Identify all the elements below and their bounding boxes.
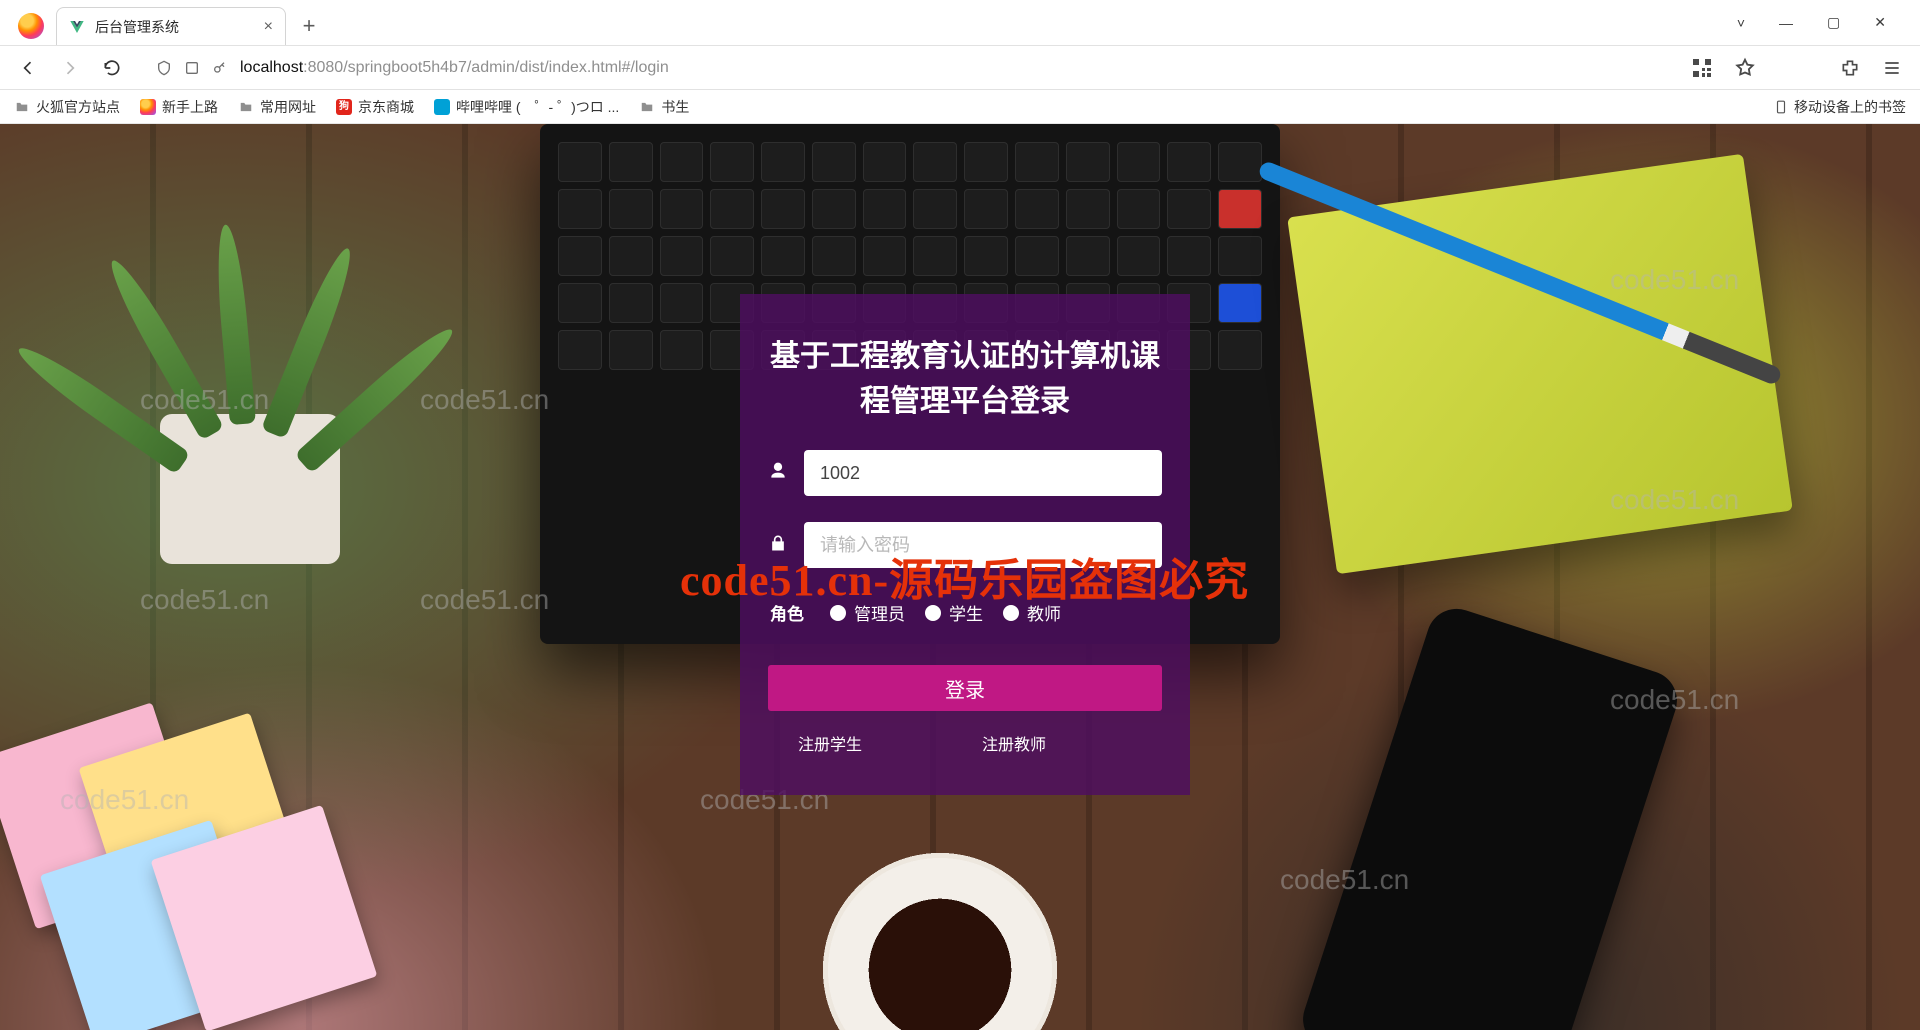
bookmark-star-icon[interactable] <box>1734 57 1756 79</box>
bookmark-label: 移动设备上的书签 <box>1794 97 1906 117</box>
forward-button[interactable] <box>60 58 80 78</box>
bookmark-bilibili[interactable]: 哔哩哔哩 ( ゜- ゜)つロ ... <box>434 97 619 117</box>
tab-close-button[interactable]: × <box>264 18 273 36</box>
username-field <box>768 450 1162 496</box>
permission-key-icon <box>212 60 228 76</box>
bg-plant <box>60 164 420 584</box>
bookmark-label: 书生 <box>661 97 689 117</box>
bookmark-label: 京东商城 <box>358 97 414 117</box>
folder-icon <box>639 100 655 114</box>
window-chevron-icon[interactable]: ˅ <box>1737 15 1745 31</box>
bookmark-label: 常用网址 <box>260 97 316 117</box>
role-row: 角色 管理员 学生 教师 <box>768 600 1162 625</box>
role-option-label: 教师 <box>1027 600 1061 625</box>
window-close-button[interactable]: ✕ <box>1874 14 1886 31</box>
login-panel: 基于工程教育认证的计算机课程管理平台登录 角色 管理员 学生 <box>740 294 1190 795</box>
folder-icon <box>14 100 30 114</box>
register-student-link[interactable]: 注册学生 <box>798 731 862 755</box>
bookmark-getting-started[interactable]: 新手上路 <box>140 97 218 117</box>
address-bar[interactable]: localhost:8080/springboot5h4b7/admin/dis… <box>144 51 1670 85</box>
role-option-teacher[interactable]: 教师 <box>1003 600 1061 625</box>
bookmark-firefox-official[interactable]: 火狐官方站点 <box>14 97 120 117</box>
extensions-icon[interactable] <box>1840 58 1860 78</box>
toolbar-right <box>1692 57 1902 79</box>
page-viewport: code51.cn code51.cn code51.cn code51.cn … <box>0 124 1920 1030</box>
new-tab-button[interactable]: + <box>292 9 326 43</box>
bookmark-label: 新手上路 <box>162 97 218 117</box>
tab-title: 后台管理系统 <box>95 17 179 37</box>
reload-button[interactable] <box>102 58 122 78</box>
qr-icon[interactable] <box>1692 58 1712 78</box>
register-teacher-link[interactable]: 注册教师 <box>982 731 1046 755</box>
bookmark-label: 哔哩哔哩 ( ゜- ゜)つロ ... <box>456 97 619 117</box>
bookmark-shusheng[interactable]: 书生 <box>639 97 689 117</box>
bookmark-mobile[interactable]: 移动设备上的书签 <box>1774 97 1906 117</box>
password-input[interactable] <box>804 522 1162 568</box>
role-option-admin[interactable]: 管理员 <box>830 600 905 625</box>
url-host: localhost <box>240 59 303 76</box>
window-maximize-button[interactable]: ▢ <box>1827 14 1840 31</box>
firefox-logo-icon <box>18 13 44 39</box>
mobile-icon <box>1774 98 1788 116</box>
app-menu-icon[interactable] <box>1882 58 1902 78</box>
nav-toolbar: localhost:8080/springboot5h4b7/admin/dis… <box>0 45 1920 90</box>
folder-icon <box>238 100 254 114</box>
bookmarks-toolbar: 火狐官方站点 新手上路 常用网址 狗 京东商城 哔哩哔哩 ( ゜- ゜)つロ .… <box>0 90 1920 124</box>
role-label: 角色 <box>770 600 804 625</box>
username-input[interactable] <box>804 450 1162 496</box>
password-field <box>768 522 1162 568</box>
radio-icon <box>925 605 941 621</box>
role-option-student[interactable]: 学生 <box>925 600 983 625</box>
window-minimize-button[interactable]: — <box>1779 15 1793 31</box>
bookmark-common-sites[interactable]: 常用网址 <box>238 97 316 117</box>
tab-bar: 后台管理系统 × + <box>12 6 326 45</box>
back-button[interactable] <box>18 58 38 78</box>
bookmark-label: 火狐官方站点 <box>36 97 120 117</box>
url-path: :8080/springboot5h4b7/admin/dist/index.h… <box>303 59 669 76</box>
jd-icon: 狗 <box>336 99 352 115</box>
radio-icon <box>830 605 846 621</box>
role-option-label: 管理员 <box>854 600 905 625</box>
url-text: localhost:8080/springboot5h4b7/admin/dis… <box>240 59 669 77</box>
vue-icon <box>69 19 85 35</box>
page-info-icon <box>184 60 200 76</box>
login-button[interactable]: 登录 <box>768 665 1162 711</box>
firefox-icon <box>140 99 156 115</box>
user-icon <box>768 461 790 486</box>
browser-tab-active[interactable]: 后台管理系统 × <box>56 7 286 45</box>
login-title: 基于工程教育认证的计算机课程管理平台登录 <box>768 334 1162 424</box>
bookmark-jd[interactable]: 狗 京东商城 <box>336 97 414 117</box>
bilibili-icon <box>434 99 450 115</box>
lock-icon <box>768 533 790 558</box>
role-option-label: 学生 <box>949 600 983 625</box>
register-row: 注册学生 注册教师 <box>768 731 1162 755</box>
radio-icon <box>1003 605 1019 621</box>
shield-icon <box>156 60 172 76</box>
